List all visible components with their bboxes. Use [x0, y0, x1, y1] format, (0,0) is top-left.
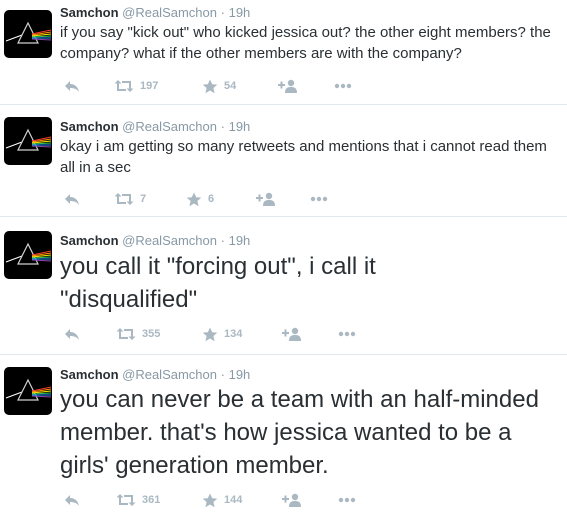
- timestamp[interactable]: 19h: [229, 5, 251, 20]
- separator-dot: ·: [220, 233, 225, 248]
- reply-icon: [64, 79, 80, 93]
- tweet-text: okay i am getting so many retweets and m…: [60, 138, 547, 176]
- tweet: Samchon @RealSamchon · 19h you call it "…: [0, 217, 567, 355]
- more-button[interactable]: [338, 326, 356, 342]
- star-icon: [186, 192, 202, 207]
- favorite-count: 6: [208, 193, 215, 205]
- reply-button[interactable]: [64, 326, 80, 342]
- tweet-text: if you say "kick out" who kicked jessica…: [60, 24, 551, 62]
- user-name[interactable]: Samchon: [60, 5, 119, 20]
- tweet-header: Samchon @RealSamchon · 19h: [60, 119, 250, 135]
- more-icon: [334, 83, 352, 89]
- separator-dot: ·: [220, 119, 225, 134]
- favorite-count: 54: [224, 80, 237, 92]
- follow-icon: [278, 79, 298, 93]
- retweet-icon: [116, 493, 136, 507]
- favorite-button[interactable]: 144: [202, 492, 242, 508]
- retweet-icon: [114, 192, 134, 206]
- user-name[interactable]: Samchon: [60, 119, 119, 134]
- favorite-button[interactable]: 54: [202, 78, 236, 94]
- tweet-header: Samchon @RealSamchon · 19h: [60, 367, 250, 383]
- retweet-count: 197: [140, 80, 159, 92]
- tweet: Samchon @RealSamchon · 19h if you say "k…: [0, 0, 567, 105]
- avatar[interactable]: [4, 117, 52, 165]
- more-icon: [338, 331, 356, 337]
- user-handle[interactable]: @RealSamchon: [122, 367, 217, 382]
- separator-dot: ·: [220, 5, 225, 20]
- follow-button[interactable]: [278, 78, 298, 94]
- star-icon: [202, 493, 218, 508]
- timestamp[interactable]: 19h: [229, 367, 251, 382]
- tweet-header: Samchon @RealSamchon · 19h: [60, 233, 250, 249]
- star-icon: [202, 79, 218, 94]
- star-icon: [202, 327, 218, 342]
- favorite-button[interactable]: 6: [186, 191, 214, 207]
- retweet-button[interactable]: 7: [114, 191, 146, 207]
- user-handle[interactable]: @RealSamchon: [122, 233, 217, 248]
- favorite-count: 134: [224, 328, 243, 340]
- more-button[interactable]: [310, 191, 328, 207]
- avatar[interactable]: [4, 367, 52, 415]
- follow-button[interactable]: [256, 191, 276, 207]
- tweet: Samchon @RealSamchon · 19h okay i am get…: [0, 105, 567, 217]
- retweet-count: 355: [142, 328, 161, 340]
- tweet-header: Samchon @RealSamchon · 19h: [60, 5, 250, 21]
- retweet-button[interactable]: 197: [114, 78, 158, 94]
- avatar[interactable]: [4, 10, 52, 58]
- tweet: Samchon @RealSamchon · 19h you can never…: [0, 355, 567, 513]
- reply-icon: [64, 192, 80, 206]
- user-name[interactable]: Samchon: [60, 367, 119, 382]
- reply-button[interactable]: [64, 492, 80, 508]
- follow-icon: [282, 327, 302, 341]
- retweet-icon: [116, 327, 136, 341]
- reply-button[interactable]: [64, 78, 80, 94]
- user-name[interactable]: Samchon: [60, 233, 119, 248]
- more-icon: [310, 196, 328, 202]
- follow-button[interactable]: [282, 326, 302, 342]
- tweet-text: you can never be a team with an half-min…: [60, 386, 539, 479]
- reply-icon: [64, 327, 80, 341]
- more-button[interactable]: [338, 492, 356, 508]
- reply-icon: [64, 493, 80, 507]
- retweet-icon: [114, 79, 134, 93]
- user-handle[interactable]: @RealSamchon: [122, 5, 217, 20]
- reply-button[interactable]: [64, 191, 80, 207]
- follow-icon: [256, 192, 276, 206]
- timestamp[interactable]: 19h: [229, 119, 251, 134]
- more-button[interactable]: [334, 78, 352, 94]
- retweet-button[interactable]: 361: [116, 492, 160, 508]
- more-icon: [338, 497, 356, 503]
- retweet-count: 361: [142, 494, 161, 506]
- favorite-count: 144: [224, 494, 243, 506]
- retweet-button[interactable]: 355: [116, 326, 160, 342]
- follow-button[interactable]: [282, 492, 302, 508]
- separator-dot: ·: [220, 367, 225, 382]
- user-handle[interactable]: @RealSamchon: [122, 119, 217, 134]
- favorite-button[interactable]: 134: [202, 326, 242, 342]
- retweet-count: 7: [140, 193, 147, 205]
- tweet-text: you call it "forcing out", i call it "di…: [60, 253, 376, 313]
- follow-icon: [282, 493, 302, 507]
- avatar[interactable]: [4, 231, 52, 279]
- timestamp[interactable]: 19h: [229, 233, 251, 248]
